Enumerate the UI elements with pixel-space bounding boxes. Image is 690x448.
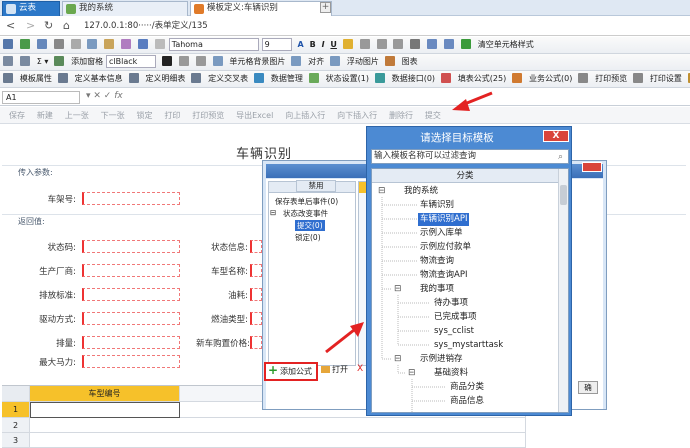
arrow-head-icon xyxy=(452,99,470,111)
annotation-arrows xyxy=(325,91,493,354)
arrow-head-icon xyxy=(350,322,364,337)
